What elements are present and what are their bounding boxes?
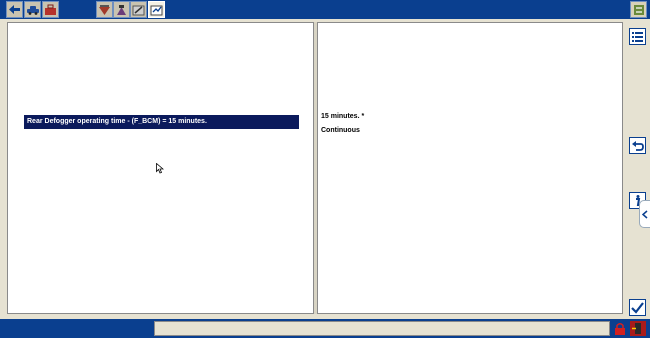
diagnostic-tool-button[interactable] [96,1,113,18]
chevron-left-icon [642,209,648,219]
back-button[interactable] [6,1,23,18]
side-panel-handle[interactable] [639,200,650,228]
undo-icon [632,141,644,151]
right-sidebar [624,19,650,319]
option-line[interactable]: Continuous [321,127,360,134]
configuration-icon [150,5,163,15]
window-switch-icon [633,4,644,15]
value-line[interactable]: 15 minutes. * [321,113,364,120]
toolbox-button[interactable] [42,1,59,18]
back-arrow-icon [9,5,20,14]
service-tool-button[interactable] [113,1,130,18]
undo-button[interactable] [629,137,646,154]
lock-icon [615,323,625,335]
status-field [154,321,610,336]
confirm-button[interactable] [629,299,646,316]
service-tool-icon [117,4,126,15]
window-switch-button[interactable] [630,1,647,18]
list-button[interactable] [629,28,646,45]
selected-list-item[interactable]: Rear Defogger operating time - (F_BCM) =… [24,115,299,129]
diagnostic-tool-icon [99,4,110,15]
right-panel: 15 minutes. * Continuous [317,22,623,314]
vehicle-button[interactable] [24,1,41,18]
checkmark-icon [631,302,644,314]
vehicle-icon [26,5,39,15]
exit-icon[interactable] [630,321,646,336]
configuration-button[interactable] [148,1,165,18]
module-programming-button[interactable] [130,1,147,18]
list-icon [632,32,643,42]
module-programming-icon [132,5,145,15]
mouse-cursor-icon [156,163,164,174]
toolbox-icon [45,4,56,15]
